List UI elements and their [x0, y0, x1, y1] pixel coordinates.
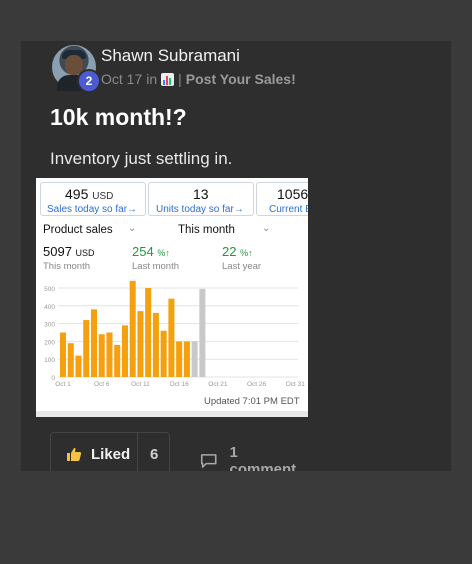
metric-sub: Last month	[132, 261, 179, 272]
y-tick-label: 400	[44, 304, 55, 311]
y-tick-label: 300	[44, 322, 55, 329]
metric-last-month: 254 %↑	[132, 244, 170, 259]
comment-label: 1 comment	[229, 444, 297, 471]
x-tick-label: Oct 1	[55, 381, 71, 388]
comment-button[interactable]: 1 comment	[200, 444, 299, 471]
bar	[191, 341, 198, 377]
period-select: This month	[178, 224, 235, 236]
stat-link: Sales today so far→	[47, 204, 137, 215]
like-divider	[137, 433, 138, 471]
like-label: Liked	[91, 446, 131, 463]
stat-link-label: Sales today so far	[47, 204, 128, 215]
like-count[interactable]: 6	[150, 446, 158, 463]
bar	[83, 320, 90, 377]
app-frame: 2 Shawn Subramani Oct 17 in | Post Your …	[0, 0, 472, 564]
stat-link: Current B	[269, 204, 308, 215]
y-tick-label: 100	[44, 357, 55, 364]
stat-box-units-today: 13 Units today so far→	[148, 182, 254, 216]
bar	[75, 355, 82, 377]
in-label: in	[146, 71, 158, 87]
stat-value: 13	[193, 186, 209, 202]
bar	[121, 325, 128, 377]
stat-value: 1056	[277, 186, 308, 202]
bar	[129, 280, 136, 377]
bar	[183, 341, 190, 377]
author-name[interactable]: Shawn Subramani	[101, 46, 240, 66]
bar	[60, 332, 67, 377]
stat-number: 1056	[277, 186, 308, 202]
thumbs-up-icon	[67, 447, 82, 461]
x-tick-label: Oct 21	[208, 381, 228, 388]
bar-chart-emoji-icon	[161, 72, 175, 86]
chevron-down-icon: ⌄	[128, 223, 137, 234]
sales-bar-chart: 0100200300400500Oct 1 Oct 6 Oct 11 Oct 16 Oc…	[44, 280, 306, 388]
stat-box-current: 1056 Current B	[256, 182, 308, 216]
x-tick-label: Oct 26	[247, 381, 267, 388]
metric-sub: This month	[43, 261, 90, 272]
stat-box-sales-today: 495 USD Sales today so far→	[40, 182, 146, 216]
bar	[152, 312, 159, 377]
chevron-down-icon: ⌄	[262, 223, 271, 234]
post-date[interactable]: Oct 17	[101, 71, 142, 87]
bar	[168, 298, 175, 377]
stat-unit: USD	[92, 191, 114, 202]
x-tick-label: Oct 11	[131, 381, 150, 388]
bar	[145, 288, 152, 377]
space-link[interactable]: Post Your Sales!	[186, 71, 296, 87]
stat-link-label: Current B	[269, 204, 308, 215]
bar	[199, 288, 206, 377]
stat-link-label: Units today so far	[156, 204, 234, 215]
stat-number: 13	[193, 186, 209, 202]
bar	[160, 330, 167, 377]
bar	[176, 341, 183, 377]
meta-separator: |	[178, 71, 182, 87]
bar	[106, 332, 113, 377]
metric-this-month: 5097 USD	[43, 244, 95, 259]
sales-screenshot-image[interactable]: 495 USD Sales today so far→ 13 Units tod…	[36, 178, 308, 417]
arrow-right-icon: →	[233, 204, 244, 215]
level-badge: 2	[77, 69, 101, 93]
updated-timestamp: Updated 7:01 PM EDT	[204, 396, 300, 407]
post-card: 2 Shawn Subramani Oct 17 in | Post Your …	[21, 41, 451, 471]
post-title: 10k month!?	[50, 104, 187, 130]
metric-select: Product sales	[43, 224, 113, 236]
x-tick-label: Oct 31	[286, 381, 306, 388]
y-tick-label: 200	[44, 339, 55, 346]
stat-number: 495	[65, 186, 89, 202]
bar	[67, 343, 74, 377]
like-button[interactable]: Liked 6	[50, 432, 170, 471]
post-body: Inventory just settling in.	[50, 149, 233, 168]
x-tick-label: Oct 6	[94, 381, 110, 388]
x-tick-label: Oct 16	[170, 381, 190, 388]
bar	[90, 309, 98, 377]
comment-bubble-icon	[200, 454, 217, 468]
arrow-right-icon: →	[127, 204, 138, 215]
stat-link: Units today so far→	[156, 204, 244, 215]
stat-value: 495 USD	[65, 186, 113, 202]
metric-last-year: 22 %↑	[222, 244, 253, 259]
y-tick-label: 500	[44, 286, 55, 293]
bar	[114, 344, 121, 377]
bar	[98, 334, 105, 377]
metric-sub: Last year	[222, 261, 262, 272]
divider	[36, 411, 308, 417]
post-meta: Oct 17 in | Post Your Sales!	[101, 71, 296, 87]
bar	[137, 311, 144, 377]
